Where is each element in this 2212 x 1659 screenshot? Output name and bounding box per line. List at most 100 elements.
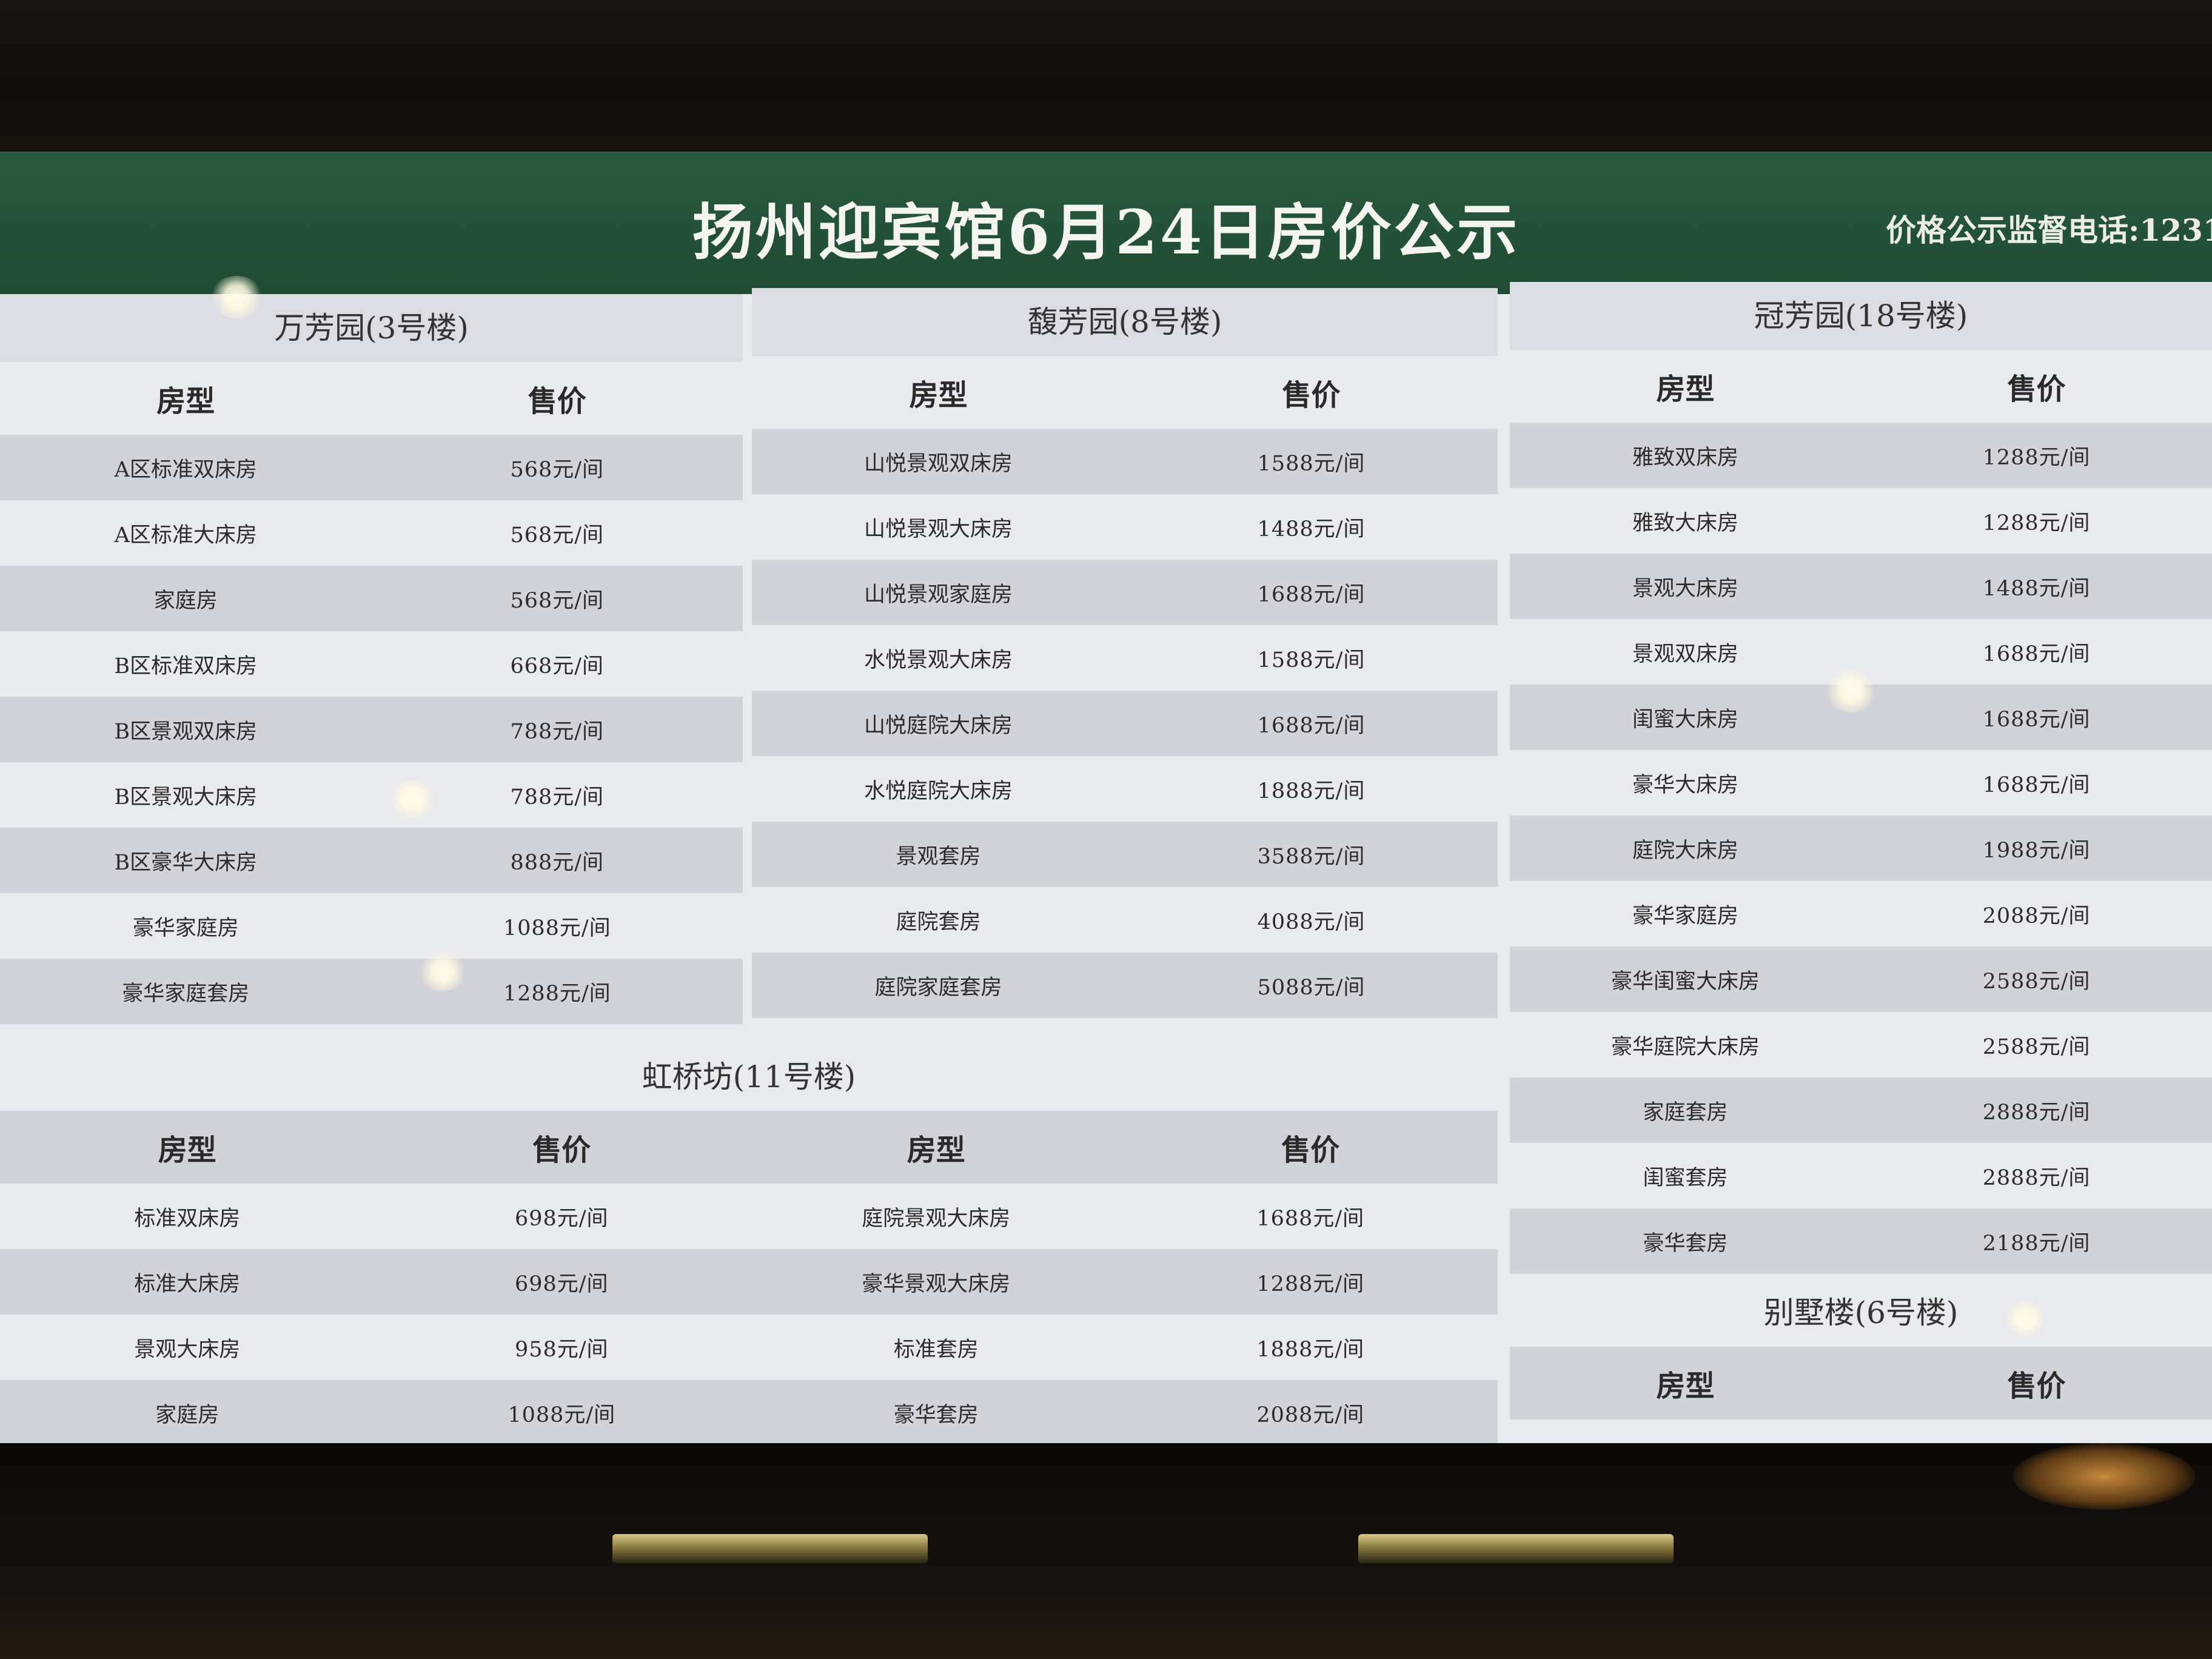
room-price: 1688元/间: [1256, 1206, 1365, 1231]
table-row: B区景观大床房 788元/间: [0, 762, 743, 828]
room-price: 958元/间: [514, 1337, 609, 1362]
room-type: 家庭套房: [1643, 1100, 1728, 1125]
table-row: 山悦景观家庭房 1688元/间: [752, 560, 1498, 625]
room-type: 水悦庭院大床房: [863, 779, 1013, 803]
room-price: 568元/间: [510, 457, 605, 482]
column-header-price: 售价: [1281, 1133, 1340, 1167]
room-price: 1088元/间: [503, 916, 611, 940]
room-type: B区标准双床房: [114, 654, 258, 679]
table-row: 庭院景观大床房 1688元/间: [749, 1184, 1498, 1249]
column-header-price: 售价: [2007, 372, 2066, 406]
table-row: 豪华家庭房 2088元/间: [1510, 881, 2212, 947]
room-type: 景观双床房: [1632, 642, 1738, 666]
header-row: 房型 售价: [0, 362, 743, 435]
room-type: 豪华家庭套房: [122, 981, 250, 1006]
section-wanfang: 万芳园(3号楼) 房型 售价 A区标准双床房 568元/间 A区标准大床房 568元/…: [0, 294, 743, 1024]
room-price: 2888元/间: [1982, 1100, 2091, 1125]
table-row: 豪华庭院大床房 2588元/间: [1510, 1012, 2212, 1078]
table-row: 景观大床房 1488元/间: [1510, 554, 2212, 619]
hongqiao-left-table: 房型 售价 标准双床房 698元/间 标准大床房 698元/间 景观大床房 958元/间家…: [0, 1111, 749, 1443]
column-header-price: 售价: [528, 384, 586, 418]
table-row: 雅致双床房 1288元/间: [1510, 423, 2212, 488]
section-title-wanfang: 万芳园(3号楼): [0, 294, 743, 362]
table-row: 景观套房 3588元/间: [752, 822, 1498, 887]
column-header-price: 售价: [2007, 1369, 2066, 1403]
header-row: 房型 售价: [1510, 350, 2212, 423]
table-row: 水悦景观大床房 1588元/间: [752, 625, 1498, 691]
table-row: B区标准双床房 668元/间: [0, 631, 743, 697]
table-row: 庭院大床房 1988元/间: [1510, 816, 2212, 881]
room-price: 1688元/间: [1982, 707, 2091, 732]
room-price: 1588元/间: [1257, 451, 1366, 476]
room-price: 698元/间: [514, 1206, 609, 1231]
column-header-type: 房型: [1656, 1369, 1715, 1403]
table-row: A区标准双床房 568元/间: [0, 435, 743, 500]
light-reflection: [418, 952, 467, 991]
room-price: 1688元/间: [1982, 642, 2091, 666]
room-type: 庭院大床房: [1632, 838, 1738, 863]
room-type: 别墅楼: [1510, 1437, 1861, 1444]
table-row: 闺蜜套房 2888元/间: [1510, 1143, 2212, 1208]
header-row: 房型 售价: [752, 356, 1498, 429]
light-reflection: [388, 779, 437, 819]
room-type: 豪华景观大床房: [862, 1272, 1011, 1296]
table-row: 山悦庭院大床房 1688元/间: [752, 691, 1498, 756]
room-type: 豪华大床房: [1632, 773, 1738, 797]
room-price: 2888元/间: [1982, 1165, 2091, 1190]
table-row: 庭院家庭套房 5088元/间: [752, 953, 1498, 1018]
rows-wanfang: A区标准双床房 568元/间 A区标准大床房 568元/间家庭房 568元/间 B区标准双…: [0, 435, 743, 1024]
room-price: 1588元/间: [1257, 648, 1366, 672]
table-row: 豪华闺蜜大床房 2588元/间: [1510, 947, 2212, 1012]
room-type: 庭院家庭套房: [874, 975, 1002, 1000]
monitor-bezel-bottom: [0, 1443, 2212, 1659]
table-row: A区标准大床房 568元/间: [0, 500, 743, 566]
header-row: 房型 售价: [0, 1111, 749, 1184]
monitor-stand-left: [612, 1534, 928, 1563]
room-price: 668元/间: [510, 654, 605, 679]
column-header-price: 售价: [532, 1133, 591, 1167]
room-price: 4088元/间: [1257, 910, 1366, 934]
room-price: 2588元/间: [1982, 1034, 2091, 1059]
room-price: 2088元/间: [1982, 903, 2091, 928]
section-title-guanfang: 冠芳园(18号楼): [1510, 282, 2212, 350]
section-title-villa: 别墅楼(6号楼): [1763, 1295, 1959, 1330]
room-type: 山悦景观家庭房: [863, 582, 1013, 607]
section-title-fufang: 馥芳园(8号楼): [752, 288, 1498, 356]
table-row: 豪华套房 2188元/间: [1510, 1208, 2212, 1274]
room-price: 3588元/间: [1257, 844, 1366, 869]
room-type: 景观套房: [896, 844, 981, 869]
room-price: 1888元/间: [1256, 1337, 1365, 1362]
light-reflection: [2004, 1301, 2046, 1337]
room-price: 2588元/间: [1982, 969, 2091, 994]
room-type: 闺蜜大床房: [1632, 707, 1738, 732]
room-type: 山悦庭院大床房: [863, 713, 1013, 738]
room-price: 1988元/间: [1982, 838, 2091, 863]
room-price: 1688元/间: [1257, 713, 1366, 738]
table-row: 山悦景观大床房 1488元/间: [752, 494, 1498, 560]
table-row: 家庭房 1088元/间: [0, 1380, 749, 1443]
room-price: 5088元/间: [1257, 975, 1366, 1000]
room-type: 雅致双床房: [1632, 445, 1738, 470]
room-type: A区标准双床房: [114, 457, 257, 482]
room-type: 豪华家庭房: [132, 916, 239, 940]
room-type: 庭院套房: [896, 910, 981, 934]
background-lamp: [2013, 1443, 2195, 1510]
room-type: 景观大床房: [134, 1337, 241, 1362]
room-type: 家庭房: [153, 588, 218, 613]
column-header-type: 房型: [1656, 372, 1715, 406]
room-type: 豪华套房: [893, 1403, 979, 1427]
column-header-type: 房型: [907, 1133, 965, 1167]
room-type: 闺蜜套房: [1643, 1165, 1728, 1190]
board-header: 扬州迎宾馆6月24日房价公示 价格公示监督电话:1231: [0, 152, 2212, 294]
section-title-hongqiao: 虹桥坊(11号楼): [642, 1059, 856, 1094]
room-price: 2188元/间: [1982, 1231, 2091, 1256]
room-price: 2088元/间: [1256, 1403, 1365, 1427]
room-type: 景观大床房: [1632, 576, 1738, 601]
rows-guanfang: 雅致双床房 1288元/间 雅致大床房 1288元/间 景观大床房 1488元/间 景观双床…: [1510, 423, 2212, 1274]
room-price: 698元/间: [514, 1272, 609, 1296]
board-title: 扬州迎宾馆6月24日房价公示: [692, 196, 1520, 268]
monitor-stand-right: [1358, 1534, 1674, 1563]
supervision-hotline: 价格公示监督电话:1231: [1886, 212, 2212, 248]
table-row: 标准双床房 698元/间: [0, 1184, 749, 1249]
table-row: 别墅楼6888元/栋: [1510, 1419, 2212, 1444]
